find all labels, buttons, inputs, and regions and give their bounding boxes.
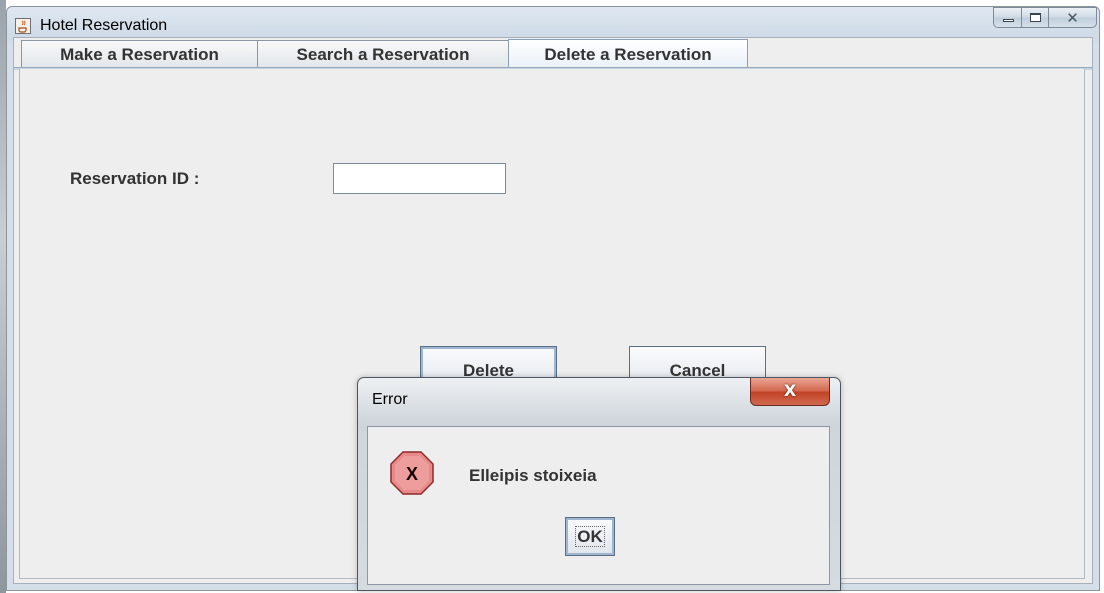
tab-make-reservation[interactable]: Make a Reservation <box>21 40 258 68</box>
reservation-id-input[interactable] <box>333 163 506 194</box>
tab-delete-reservation[interactable]: Delete a Reservation <box>508 39 748 69</box>
tab-strip: Make a Reservation Search a Reservation … <box>21 39 1091 69</box>
dialog-close-button[interactable]: X <box>750 378 830 406</box>
maximize-button[interactable] <box>1022 7 1049 28</box>
ok-button-label: OK <box>575 525 605 547</box>
minimize-button[interactable] <box>993 7 1022 28</box>
error-dialog: Error X X Elleipis stoixeia OK <box>357 377 841 591</box>
maximize-icon <box>1030 13 1041 22</box>
reservation-id-label: Reservation ID : <box>70 169 200 188</box>
close-icon: X <box>783 381 797 400</box>
ok-button[interactable]: OK <box>565 517 615 556</box>
close-icon: ✕ <box>1066 9 1079 27</box>
error-message: Elleipis stoixeia <box>469 466 597 485</box>
java-cup-icon <box>15 18 31 34</box>
error-icon-glyph: X <box>406 464 418 484</box>
close-window-button[interactable]: ✕ <box>1049 7 1097 28</box>
dialog-body: X Elleipis stoixeia OK <box>367 426 830 585</box>
window-title: Hotel Reservation <box>40 17 168 34</box>
window-controls: ✕ <box>993 7 1097 29</box>
dialog-title: Error <box>372 391 408 408</box>
minimize-icon <box>1003 19 1014 22</box>
error-icon: X <box>390 451 434 495</box>
tab-search-reservation[interactable]: Search a Reservation <box>257 40 509 68</box>
